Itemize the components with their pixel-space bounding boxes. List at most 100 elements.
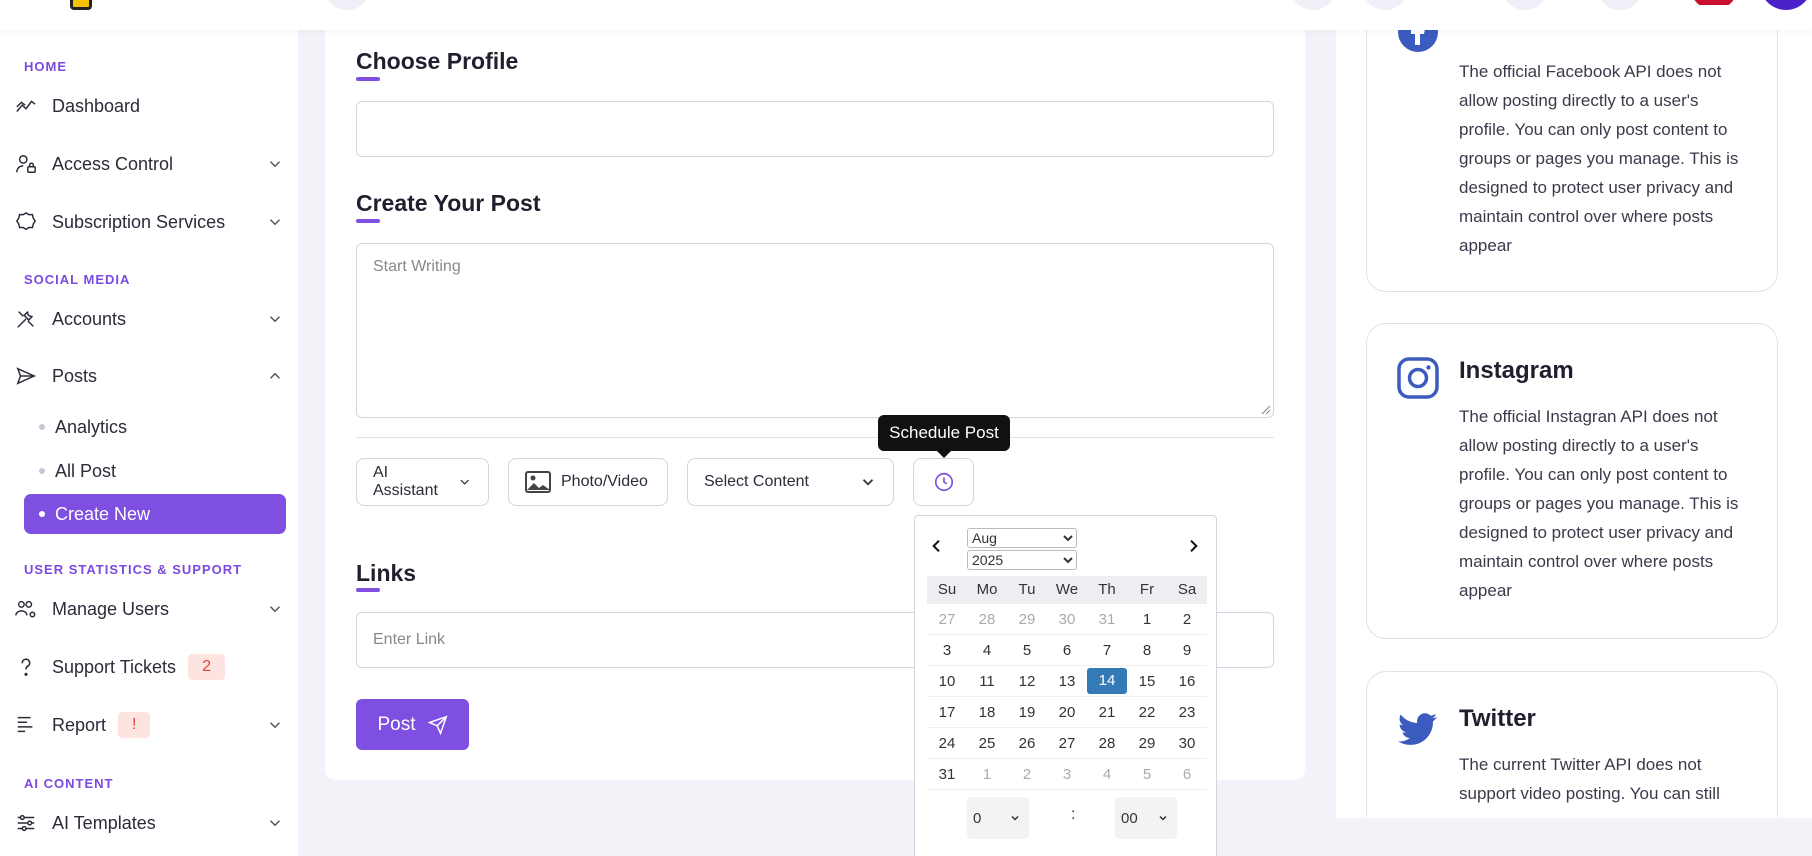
calendar-day[interactable]: 25 <box>967 735 1007 752</box>
topbar-icon-button[interactable] <box>1502 0 1548 10</box>
calendar-day[interactable]: 2 <box>1167 611 1207 628</box>
calendar-day[interactable]: 14 <box>1087 668 1127 694</box>
sidebar-item-manage-users[interactable]: Manage Users <box>14 591 284 627</box>
photo-video-button[interactable]: Photo/Video <box>508 458 668 506</box>
language-flag-icon[interactable] <box>1690 0 1738 10</box>
calendar-day[interactable]: 26 <box>1007 735 1047 752</box>
calendar-day[interactable]: 13 <box>1047 673 1087 690</box>
calendar-day[interactable]: 5 <box>1007 642 1047 659</box>
calendar-day[interactable]: 4 <box>1087 766 1127 783</box>
sidebar-item-report[interactable]: Report ! <box>14 707 284 743</box>
sidebar-item-accounts[interactable]: Accounts <box>14 301 284 337</box>
sidebar-item-support-tickets[interactable]: Support Tickets 2 <box>14 649 284 685</box>
calendar-week-row: 10 11 12 13 14 15 16 <box>927 666 1207 697</box>
minute-value: 00 <box>1121 809 1138 827</box>
chevron-down-icon <box>1159 815 1167 821</box>
send-icon <box>427 714 448 735</box>
weekday-label: Su <box>937 581 957 598</box>
calendar-day[interactable]: 8 <box>1127 642 1167 659</box>
calendar-day[interactable]: 9 <box>1167 642 1207 659</box>
year-select[interactable]: 2025 <box>967 550 1077 570</box>
sidebar-sub-item-label: Analytics <box>55 416 128 437</box>
calendar-day[interactable]: 12 <box>1007 673 1047 690</box>
calendar-day[interactable]: 27 <box>927 611 967 628</box>
schedule-post-button[interactable] <box>913 458 974 506</box>
calendar-day[interactable]: 19 <box>1007 704 1047 721</box>
calendar-day[interactable]: 11 <box>967 673 1007 690</box>
calendar-day[interactable]: 17 <box>927 704 967 721</box>
calendar-day[interactable]: 27 <box>1047 735 1087 752</box>
calendar-day[interactable]: 1 <box>1127 611 1167 628</box>
calendar-day[interactable]: 21 <box>1087 704 1127 721</box>
calendar-grid: Su Mo Tu We Th Fr Sa 27 28 29 30 31 1 2 3 4 5 6 7 8 9 10 11 12 1… <box>927 576 1207 790</box>
sidebar-item-label: Dashboard <box>52 95 141 116</box>
calendar-day[interactable]: 4 <box>967 642 1007 659</box>
sidebar-item-label: Manage Users <box>52 598 170 619</box>
calendar-day[interactable]: 16 <box>1167 673 1207 690</box>
ai-assistant-dropdown[interactable]: AI Assistant <box>356 458 489 506</box>
calendar-day[interactable]: 31 <box>927 766 967 783</box>
sidebar-item-posts[interactable]: Posts <box>14 358 284 394</box>
select-content-dropdown[interactable]: Select Content <box>687 458 894 506</box>
minute-select[interactable]: 00 <box>1115 797 1177 839</box>
post-text-area[interactable]: Start Writing <box>356 243 1274 418</box>
calendar-day[interactable]: 3 <box>927 642 967 659</box>
instagram-info-card: Instagram The official Instagran API doe… <box>1366 323 1778 639</box>
month-select[interactable]: Aug <box>967 528 1077 548</box>
topbar-icon-button[interactable] <box>1597 0 1643 10</box>
sidebar-item-label: Subscription Services <box>52 211 226 232</box>
next-month-icon[interactable] <box>1185 538 1201 554</box>
calendar-day[interactable]: 2 <box>1007 766 1047 783</box>
calendar-day[interactable]: 30 <box>1167 735 1207 752</box>
calendar-day[interactable]: 28 <box>967 611 1007 628</box>
calendar-day[interactable]: 30 <box>1047 611 1087 628</box>
sidebar-sub-item-create-new[interactable]: Create New <box>24 494 286 534</box>
bullet-dot <box>39 468 45 474</box>
calendar-day[interactable]: 5 <box>1127 766 1167 783</box>
post-button[interactable]: Post <box>356 699 469 750</box>
sidebar-item-ai-templates[interactable]: AI Templates <box>14 805 284 841</box>
sidebar-item-subscription-services[interactable]: Subscription Services <box>14 204 284 240</box>
calendar-day[interactable]: 20 <box>1047 704 1087 721</box>
calendar-day[interactable]: 23 <box>1167 704 1207 721</box>
calendar-day[interactable]: 6 <box>1167 766 1207 783</box>
avatar[interactable] <box>1760 0 1812 10</box>
choose-profile-field[interactable] <box>356 101 1274 157</box>
calendar-day[interactable]: 28 <box>1087 735 1127 752</box>
divider <box>356 437 1274 438</box>
weekday-header-row: Su Mo Tu We Th Fr Sa <box>927 576 1207 604</box>
calendar-day[interactable]: 6 <box>1047 642 1087 659</box>
resize-handle-icon[interactable] <box>1259 403 1271 415</box>
calendar-day[interactable]: 31 <box>1087 611 1127 628</box>
calendar-day[interactable]: 22 <box>1127 704 1167 721</box>
badge-check-icon <box>14 210 38 234</box>
date-picker: Aug 2025 Su Mo Tu We Th Fr Sa 27 28 29 30 31 1 2 3 4 5 6 7… <box>914 515 1217 856</box>
prev-month-icon[interactable] <box>929 538 945 554</box>
sidebar-item-label: Posts <box>52 365 98 386</box>
section-title-social-media: SOCIAL MEDIA <box>24 272 131 287</box>
calendar-day[interactable]: 29 <box>1127 735 1167 752</box>
menu-toggle-button[interactable] <box>324 0 370 10</box>
chevron-down-icon <box>269 316 281 323</box>
calendar-day[interactable]: 10 <box>927 673 967 690</box>
sidebar-item-access-control[interactable]: Access Control <box>14 146 284 182</box>
calendar-day[interactable]: 18 <box>967 704 1007 721</box>
calendar-day[interactable]: 15 <box>1127 673 1167 690</box>
sidebar-item-dashboard[interactable]: Dashboard <box>14 88 284 124</box>
calendar-week-row: 31 1 2 3 4 5 6 <box>927 759 1207 790</box>
calendar-day[interactable]: 3 <box>1047 766 1087 783</box>
hour-select[interactable]: 0 <box>967 797 1029 839</box>
calendar-day[interactable]: 29 <box>1007 611 1047 628</box>
chevron-down-icon <box>862 479 874 486</box>
count-badge: 2 <box>188 654 225 680</box>
topbar-icon-button[interactable] <box>1362 0 1408 10</box>
calendar-day[interactable]: 7 <box>1087 642 1127 659</box>
chevron-down-icon <box>1011 815 1019 821</box>
weekday-label: Th <box>1098 581 1116 598</box>
calendar-day[interactable]: 24 <box>927 735 967 752</box>
topbar-icon-button[interactable] <box>1290 0 1336 10</box>
calendar-day[interactable]: 1 <box>967 766 1007 783</box>
sidebar-sub-item-analytics[interactable]: Analytics <box>24 407 286 447</box>
sidebar-sub-item-all-post[interactable]: All Post <box>24 451 286 491</box>
section-title-ai-content: AI CONTENT <box>24 776 114 791</box>
